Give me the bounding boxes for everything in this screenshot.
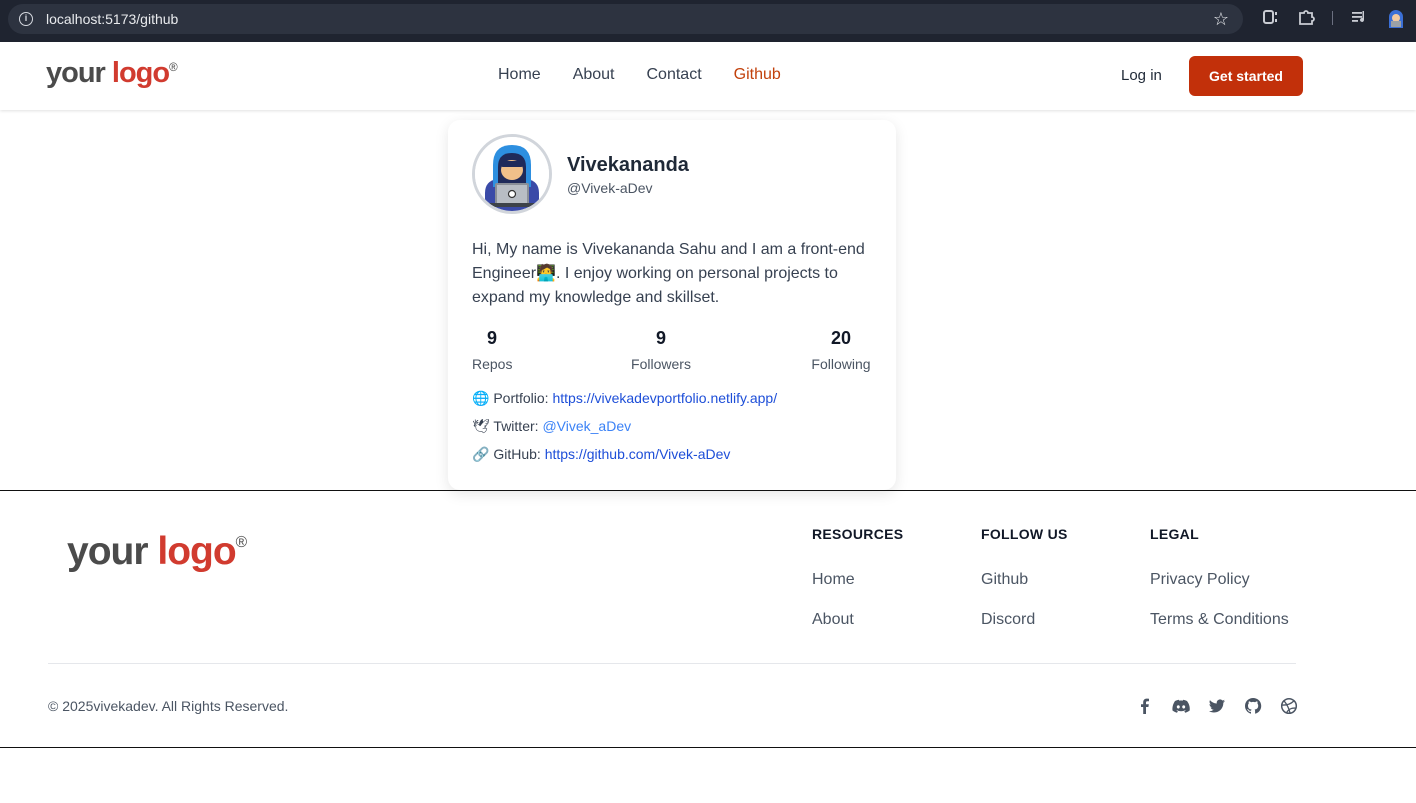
stat-value: 20: [830, 328, 852, 348]
stat-value: 9: [655, 328, 666, 348]
browser-toolbar: i localhost:5173/github ☆: [0, 0, 1416, 42]
stat-followers: 9 Followers: [630, 328, 692, 372]
footer-heading: RESOURCES: [812, 526, 904, 542]
registered-mark: ®: [169, 61, 177, 74]
portfolio-label: Portfolio:: [493, 390, 549, 406]
github-link[interactable]: https://github.com/Vivek-aDev: [545, 446, 731, 462]
footer-logo[interactable]: your logo®: [67, 530, 247, 574]
github-label: GitHub:: [493, 446, 541, 462]
profile-avatar-icon[interactable]: [1386, 7, 1406, 29]
stat-following: 20 Following: [809, 328, 873, 372]
footer-heading: LEGAL: [1150, 526, 1199, 542]
logo-word-your: your: [46, 57, 106, 89]
url-text[interactable]: localhost:5173/github: [46, 11, 178, 27]
profile-name: Vivekananda: [567, 154, 689, 176]
footer-column-resources: RESOURCES Home About: [812, 526, 904, 628]
github-profile-card: Vivekananda @Vivek-aDev Hi, My name is V…: [448, 120, 896, 490]
footer-column-follow-us: FOLLOW US Github Discord: [981, 526, 1068, 628]
portfolio-row: 🌐 Portfolio: https://vivekadevportfolio.…: [472, 390, 777, 407]
copyright-text: © 2025vivekadev. All Rights Reserved.: [48, 698, 289, 714]
profile-avatar: [472, 134, 552, 214]
twitter-icon[interactable]: [1207, 697, 1227, 715]
portfolio-link[interactable]: https://vivekadevportfolio.netlify.app/: [552, 390, 777, 406]
stat-value: 9: [486, 328, 497, 348]
footer-link-privacy[interactable]: Privacy Policy: [1150, 571, 1250, 589]
extension-icon[interactable]: [1262, 8, 1280, 31]
footer-divider: [48, 663, 1296, 664]
twitter-link[interactable]: @Vivek_aDev: [542, 418, 631, 434]
footer-column-legal: LEGAL Privacy Policy Terms & Conditions: [1150, 526, 1289, 628]
logo-word-logo: logo: [157, 530, 236, 573]
bird-icon: 🕊: [472, 418, 490, 434]
nav-link-home[interactable]: Home: [498, 66, 541, 84]
main-nav: Home About Contact Github: [498, 66, 781, 84]
social-links: [1135, 697, 1299, 715]
footer-link-terms[interactable]: Terms & Conditions: [1150, 611, 1289, 629]
twitter-label: Twitter:: [493, 418, 539, 434]
registered-mark: ®: [235, 534, 247, 551]
nav-link-contact[interactable]: Contact: [647, 66, 702, 84]
puzzle-extensions-icon[interactable]: [1297, 8, 1315, 31]
globe-icon: 🌐: [472, 390, 490, 406]
footer-link-home[interactable]: Home: [812, 571, 855, 589]
site-info-icon[interactable]: i: [19, 12, 33, 26]
footer-link-about[interactable]: About: [812, 611, 854, 629]
login-link[interactable]: Log in: [1121, 67, 1162, 84]
dribbble-icon[interactable]: [1279, 697, 1299, 715]
footer-link-discord[interactable]: Discord: [981, 611, 1035, 629]
footer-top-border: [0, 490, 1416, 491]
github-row: 🔗 GitHub: https://github.com/Vivek-aDev: [472, 446, 730, 463]
nav-link-about[interactable]: About: [573, 66, 615, 84]
profile-handle: @Vivek-aDev: [567, 180, 653, 196]
toolbar-divider: [1332, 11, 1333, 25]
get-started-button[interactable]: Get started: [1189, 56, 1303, 96]
stat-label: Followers: [631, 356, 691, 372]
logo-word-your: your: [67, 530, 149, 573]
logo-word-logo: logo: [111, 57, 170, 89]
github-icon[interactable]: [1243, 697, 1263, 715]
facebook-icon[interactable]: [1135, 697, 1155, 715]
media-controls-icon[interactable]: [1351, 8, 1369, 31]
bookmark-star-icon[interactable]: ☆: [1213, 9, 1229, 30]
footer-link-github[interactable]: Github: [981, 571, 1028, 589]
stat-label: Following: [811, 356, 871, 372]
profile-bio: Hi, My name is Vivekananda Sahu and I am…: [472, 241, 865, 306]
nav-link-github[interactable]: Github: [734, 66, 781, 84]
header-logo[interactable]: your logo®: [46, 57, 178, 90]
link-icon: 🔗: [472, 446, 490, 462]
stat-repos: 9 Repos: [472, 328, 512, 372]
twitter-row: 🕊 Twitter: @Vivek_aDev: [472, 418, 631, 435]
site-header: your logo® Home About Contact Github Log…: [0, 42, 1416, 110]
footer-heading: FOLLOW US: [981, 526, 1068, 542]
stat-label: Repos: [472, 356, 513, 372]
address-bar[interactable]: i localhost:5173/github ☆: [8, 4, 1243, 34]
footer-bottom-border: [0, 747, 1416, 748]
discord-icon[interactable]: [1171, 697, 1191, 715]
